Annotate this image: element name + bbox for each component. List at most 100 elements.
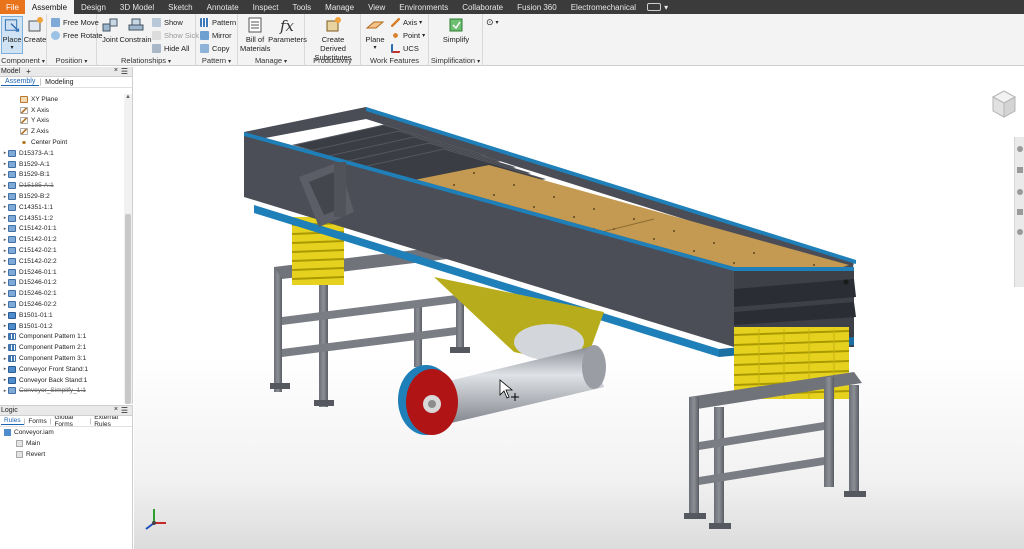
navigation-bar[interactable]: [1014, 137, 1024, 287]
logic-tab-rules[interactable]: Rules: [1, 417, 24, 425]
browser-node[interactable]: X Axis: [0, 105, 124, 116]
browser-node[interactable]: ▸ Conveyor_Simplify_1:1: [0, 386, 124, 397]
tab-assemble[interactable]: Assemble: [24, 0, 75, 14]
tab-overflow-button[interactable]: ▾: [643, 0, 672, 14]
browser-node[interactable]: ▸ B1501-01:1: [0, 310, 124, 321]
tab-environments[interactable]: Environments: [392, 0, 455, 14]
tab-3d-model[interactable]: 3D Model: [113, 0, 161, 14]
place-button[interactable]: Place ▾: [1, 16, 23, 54]
browser-node-label: D15185-A:1: [19, 182, 54, 190]
browser-node[interactable]: ▸ C14351-1:1: [0, 202, 124, 213]
browser-node[interactable]: ▸ C15142-01:2: [0, 234, 124, 245]
browser-node[interactable]: ▸ D15373-A:1: [0, 148, 124, 159]
conveyor-model[interactable]: [134, 67, 1024, 549]
tab-file[interactable]: File: [0, 0, 25, 14]
browser-node[interactable]: XY Plane: [0, 94, 124, 105]
browser-node[interactable]: Y Axis: [0, 116, 124, 127]
tab-manage[interactable]: Manage: [318, 0, 361, 14]
browser-node[interactable]: Z Axis: [0, 126, 124, 137]
tab-sketch[interactable]: Sketch: [161, 0, 199, 14]
tab-annotate[interactable]: Annotate: [200, 0, 246, 14]
mirror-button[interactable]: Mirror: [200, 30, 232, 41]
bill-of-materials-button[interactable]: Bill of Materials: [240, 16, 270, 53]
tab-modeling[interactable]: Modeling: [41, 79, 77, 86]
logic-tab-external-rules[interactable]: External Rules: [91, 414, 132, 428]
tab-assembly[interactable]: Assembly: [1, 78, 40, 86]
point-button[interactable]: Point ▾: [391, 30, 425, 41]
browser-node[interactable]: ▸ Component Pattern 1:1: [0, 332, 124, 343]
logic-rule[interactable]: Revert: [0, 449, 132, 460]
hamburger-menu-icon[interactable]: ☰: [121, 67, 128, 76]
browser-node[interactable]: ▸ B1501-01:2: [0, 321, 124, 332]
simplify-button[interactable]: Simplify: [441, 16, 471, 44]
parameters-button[interactable]: fx Parameters: [268, 16, 307, 44]
axis-button[interactable]: Axis ▾: [391, 17, 422, 28]
browser-node-label: X Axis: [31, 106, 50, 114]
browser-node-label: D15373-A:1: [19, 149, 54, 157]
browser-scrollbar[interactable]: ▲: [124, 94, 132, 404]
tab-fusion-360[interactable]: Fusion 360: [510, 0, 564, 14]
hide-all-button[interactable]: Hide All: [152, 43, 189, 54]
browser-node[interactable]: ▸ C15142-02:1: [0, 245, 124, 256]
simplification-group-label[interactable]: Simplification ▾: [429, 55, 482, 66]
logic-tab-global-forms[interactable]: Global Forms: [51, 414, 89, 428]
browser-node[interactable]: ▸ Conveyor Front Stand:1: [0, 364, 124, 375]
position-group-label[interactable]: Position ▾: [47, 55, 96, 66]
browser-node[interactable]: ▸ B1529-B:2: [0, 191, 124, 202]
browser-node[interactable]: ▸ B1529-A:1: [0, 159, 124, 170]
bom-label: Bill of Materials: [240, 35, 271, 53]
browser-node[interactable]: ▸ C14351-1:2: [0, 213, 124, 224]
browser-node[interactable]: ▸ C15142-01:1: [0, 224, 124, 235]
browser-node[interactable]: ▸ Conveyor Back Stand:1: [0, 375, 124, 386]
browser-node[interactable]: ▸ C15142-02:2: [0, 256, 124, 267]
tab-view[interactable]: View: [361, 0, 392, 14]
browser-node[interactable]: ▸ B1529-B:1: [0, 170, 124, 181]
navigation-tool-icons[interactable]: [1017, 146, 1023, 235]
browser-node[interactable]: ▸ Component Pattern 2:1: [0, 342, 124, 353]
browser-node[interactable]: ▸ D15246-02:2: [0, 299, 124, 310]
browser-node-label: B1529-A:1: [19, 160, 50, 168]
tab-tools[interactable]: Tools: [285, 0, 318, 14]
relationships-group-label[interactable]: Relationships ▾: [97, 55, 195, 66]
browser-node[interactable]: ▸ Component Pattern 3:1: [0, 353, 124, 364]
ribbon-extra-tools-button[interactable]: ⊙ ▾: [486, 17, 499, 28]
component-group-label[interactable]: Component ▾: [0, 55, 46, 66]
pattern-button[interactable]: Pattern: [200, 17, 236, 28]
tab-inspect[interactable]: Inspect: [246, 0, 286, 14]
scroll-up-icon[interactable]: ▲: [124, 94, 132, 100]
graphics-viewport[interactable]: [134, 67, 1024, 549]
tab-collaborate[interactable]: Collaborate: [455, 0, 510, 14]
add-browser-icon[interactable]: +: [26, 67, 31, 76]
pattern-group: Pattern Mirror Copy Pattern ▾: [196, 14, 238, 66]
hamburger-menu-icon[interactable]: ☰: [121, 406, 128, 415]
browser-node[interactable]: ▸ D15185-A:1: [0, 180, 124, 191]
work-features-group-label[interactable]: Work Features: [361, 55, 428, 66]
logic-tab-forms[interactable]: Forms: [25, 418, 49, 425]
show-sick-button[interactable]: Show Sick: [152, 30, 199, 41]
part-icon: [8, 193, 16, 201]
tab-design[interactable]: Design: [74, 0, 113, 14]
browser-node[interactable]: ▸ D15246-01:2: [0, 278, 124, 289]
close-icon[interactable]: ×: [114, 406, 118, 413]
create-button[interactable]: Create: [24, 16, 46, 44]
logic-rule[interactable]: Main: [0, 438, 132, 449]
show-button[interactable]: Show: [152, 17, 183, 28]
tab-electromechanical[interactable]: Electromechanical: [564, 0, 643, 14]
scrollbar-thumb[interactable]: [125, 214, 131, 404]
viewcube[interactable]: [989, 87, 1019, 121]
browser-node[interactable]: ▸ D15246-01:1: [0, 267, 124, 278]
close-icon[interactable]: ×: [114, 67, 118, 74]
copy-button[interactable]: Copy: [200, 43, 230, 54]
manage-group-label[interactable]: Manage ▾: [238, 55, 304, 66]
browser-node[interactable]: ▸ D15246-02:1: [0, 288, 124, 299]
browser-node[interactable]: Center Point: [0, 137, 124, 148]
constrain-button[interactable]: Constrain: [119, 16, 152, 44]
plane-button[interactable]: Plane ▾: [364, 16, 386, 53]
productivity-group-label[interactable]: Productivity: [305, 55, 360, 66]
ucs-button[interactable]: UCS: [391, 43, 419, 54]
pattern-group-label[interactable]: Pattern ▾: [196, 55, 237, 66]
free-move-button[interactable]: Free Move: [51, 17, 99, 28]
joint-button[interactable]: Joint: [101, 16, 119, 44]
logic-document[interactable]: Conveyor.iam: [0, 427, 132, 438]
free-rotate-button[interactable]: Free Rotate: [51, 30, 103, 41]
